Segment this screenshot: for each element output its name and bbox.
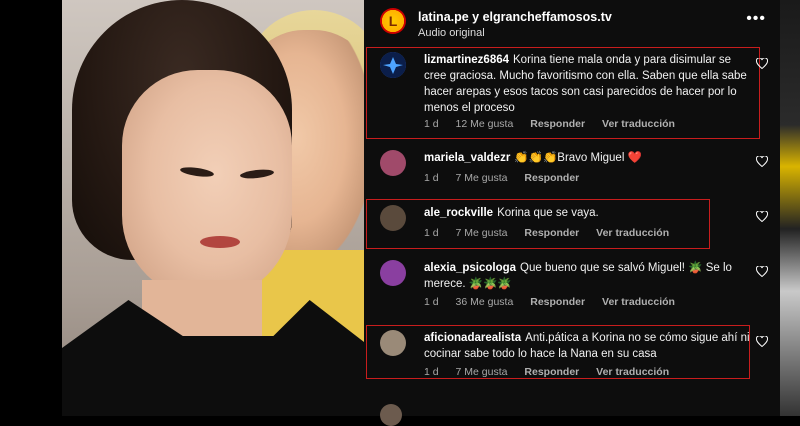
avatar[interactable] [380,260,406,286]
avatar[interactable] [380,330,406,356]
avatar[interactable] [380,205,406,231]
heart-icon[interactable] [756,266,768,277]
audio-label[interactable]: Audio original [418,27,485,39]
comment-likes[interactable]: 7 Me gusta [456,172,508,184]
comment-time: 1 d [424,227,439,239]
comment-body: Korina que se vaya. [497,207,599,219]
more-horizontal-icon[interactable]: ••• [746,10,766,28]
comment-likes[interactable]: 7 Me gusta [456,227,508,239]
heart-icon[interactable] [756,58,768,69]
comment-username[interactable]: mariela_valdezr [424,152,510,164]
comment-text: mariela_valdezr 👏👏👏Bravo Miguel ❤️ [424,150,754,166]
comment-likes[interactable]: 36 Me gusta [456,296,514,308]
post-author-title[interactable]: latina.pe y elgrancheffamosos.tv [418,10,612,24]
comment-time: 1 d [424,296,439,308]
reply-button[interactable]: Responder [524,366,579,378]
lips [200,236,240,248]
translate-button[interactable]: Ver traducción [602,296,675,308]
translate-button[interactable]: Ver traducción [596,366,669,378]
post-header: L latina.pe y elgrancheffamosos.tv Audio… [364,0,780,46]
comment-text: alexia_psicologa Que bueno que se salvó M… [424,260,754,292]
comment-text: lizmartinez6864 Korina tiene mala onda y … [424,52,754,116]
right-background-strip [780,0,800,416]
heart-icon[interactable] [756,336,768,347]
comment-username[interactable]: aficionadarealista [424,332,521,344]
comment-time: 1 d [424,118,439,130]
comment-meta: 1 d 7 Me gusta Responder Ver traducción [424,227,683,239]
comment-text: aficionadarealista Anti.pática a Korina n… [424,330,754,362]
translate-button[interactable]: Ver traducción [596,227,669,239]
avatar[interactable] [380,150,406,176]
comment-body: 👏👏👏Bravo Miguel ❤️ [514,152,642,164]
comment-meta: 1 d 7 Me gusta Responder [424,172,593,184]
account-logo[interactable]: L [380,8,406,34]
reply-button[interactable]: Responder [524,172,579,184]
next-comment-avatar[interactable] [380,404,402,426]
comment-time: 1 d [424,366,439,378]
reply-button[interactable]: Responder [530,296,585,308]
comment-username[interactable]: ale_rockville [424,207,493,219]
comment-likes[interactable]: 7 Me gusta [456,366,508,378]
reply-button[interactable]: Responder [530,118,585,130]
comment-meta: 1 d 7 Me gusta Responder Ver traducción [424,366,683,378]
comment-time: 1 d [424,172,439,184]
reply-button[interactable]: Responder [524,227,579,239]
video-frame[interactable] [62,0,364,416]
left-letterbox [0,0,62,416]
woman-face [122,70,292,300]
comment-username[interactable]: alexia_psicologa [424,262,516,274]
heart-icon[interactable] [756,156,768,167]
comment-meta: 1 d 12 Me gusta Responder Ver traducción [424,118,689,130]
comment-text: ale_rockville Korina que se vaya. [424,205,754,221]
avatar[interactable] [380,52,406,78]
comment-likes[interactable]: 12 Me gusta [456,118,514,130]
comment-meta: 1 d 36 Me gusta Responder Ver traducción [424,296,689,308]
heart-icon[interactable] [756,211,768,222]
comments-panel: L latina.pe y elgrancheffamosos.tv Audio… [364,0,780,426]
comment-username[interactable]: lizmartinez6864 [424,54,509,66]
translate-button[interactable]: Ver traducción [602,118,675,130]
